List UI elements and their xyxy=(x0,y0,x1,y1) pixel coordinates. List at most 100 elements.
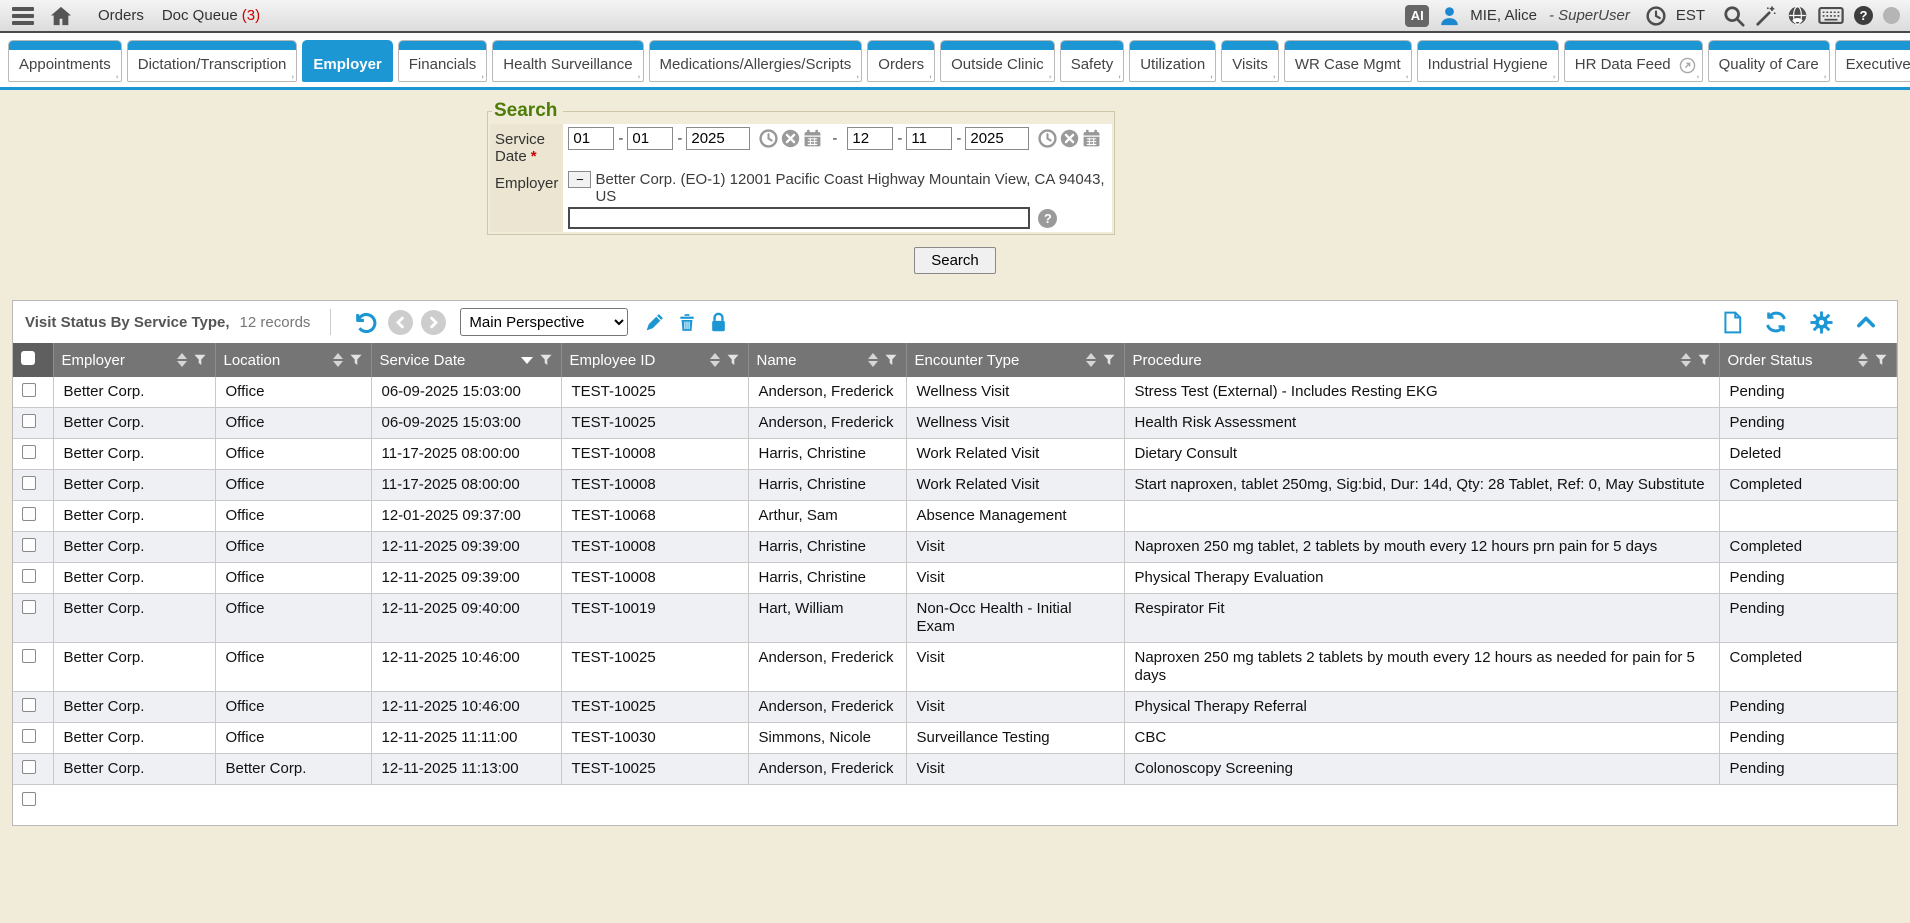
sort-icon[interactable] xyxy=(521,357,533,364)
menu-icon[interactable] xyxy=(10,4,36,28)
filter-funnel-icon[interactable] xyxy=(193,353,207,367)
from-year-input[interactable] xyxy=(686,127,750,150)
tab-employer[interactable]: Employer xyxy=(302,40,392,82)
undo-icon[interactable] xyxy=(351,308,380,337)
select-all-checkbox[interactable] xyxy=(21,351,35,365)
table-row[interactable]: Better Corp.Office11-17-2025 08:00:00TES… xyxy=(13,439,1897,470)
tab-hr-data-feed[interactable]: HR Data Feed xyxy=(1564,40,1703,82)
row-checkbox[interactable] xyxy=(22,507,36,521)
home-icon[interactable] xyxy=(50,5,72,27)
table-row[interactable]: Better Corp.Office12-11-2025 09:39:00TES… xyxy=(13,532,1897,563)
tab-quality-of-care[interactable]: Quality of Care xyxy=(1708,40,1830,82)
table-row[interactable]: Better Corp.Office12-11-2025 11:11:00TES… xyxy=(13,723,1897,754)
tab-executive-dashboard[interactable]: Executive Dashboard xyxy=(1835,40,1910,82)
next-icon[interactable] xyxy=(421,310,446,335)
filter-funnel-icon[interactable] xyxy=(539,353,553,367)
column-header-order_status[interactable]: Order Status xyxy=(1719,343,1897,377)
search-icon[interactable] xyxy=(1723,5,1745,27)
search-button[interactable]: Search xyxy=(914,247,996,274)
row-checkbox[interactable] xyxy=(22,383,36,397)
column-header-service_date[interactable]: Service Date xyxy=(371,343,561,377)
table-row[interactable]: Better Corp.Better Corp.12-11-2025 11:13… xyxy=(13,754,1897,785)
settings-gear-icon[interactable] xyxy=(1808,309,1835,336)
filter-funnel-icon[interactable] xyxy=(1874,353,1888,367)
column-header-location[interactable]: Location xyxy=(215,343,371,377)
delete-perspective-icon[interactable] xyxy=(675,310,699,335)
to-month-input[interactable] xyxy=(847,127,893,150)
filter-funnel-icon[interactable] xyxy=(1697,353,1711,367)
breadcrumb-orders[interactable]: Orders xyxy=(98,7,144,24)
to-clear-icon[interactable] xyxy=(1060,129,1079,148)
from-calendar-icon[interactable] xyxy=(803,129,822,148)
sort-icon[interactable] xyxy=(710,353,720,367)
refresh-icon[interactable] xyxy=(1762,308,1790,336)
table-row[interactable]: Better Corp.Office12-01-2025 09:37:00TES… xyxy=(13,501,1897,532)
tab-financials[interactable]: Financials xyxy=(398,40,488,82)
to-calendar-icon[interactable] xyxy=(1082,129,1101,148)
previous-icon[interactable] xyxy=(388,310,413,335)
tab-safety[interactable]: Safety xyxy=(1060,40,1125,82)
perspective-select[interactable]: Main Perspective xyxy=(460,308,628,336)
keyboard-icon[interactable] xyxy=(1818,6,1844,25)
column-header-procedure[interactable]: Procedure xyxy=(1124,343,1719,377)
tab-health-surveillance[interactable]: Health Surveillance xyxy=(492,40,643,82)
sort-icon[interactable] xyxy=(1681,353,1691,367)
row-checkbox[interactable] xyxy=(22,649,36,663)
column-header-name[interactable]: Name xyxy=(748,343,906,377)
lock-icon[interactable] xyxy=(707,310,730,335)
tab-dictation-transcription[interactable]: Dictation/Transcription xyxy=(127,40,298,82)
sort-icon[interactable] xyxy=(868,353,878,367)
collapse-icon[interactable] xyxy=(1853,311,1879,333)
table-row[interactable]: Better Corp.Office12-11-2025 09:39:00TES… xyxy=(13,563,1897,594)
row-checkbox[interactable] xyxy=(22,538,36,552)
table-row[interactable]: Better Corp.Office06-09-2025 15:03:00TES… xyxy=(13,408,1897,439)
table-row[interactable]: Better Corp.Office12-11-2025 10:46:00TES… xyxy=(13,643,1897,692)
wand-icon[interactable] xyxy=(1755,5,1777,27)
row-checkbox[interactable] xyxy=(22,760,36,774)
from-time-icon[interactable] xyxy=(759,129,778,148)
select-all-header[interactable] xyxy=(13,343,53,377)
ai-badge[interactable]: AI xyxy=(1405,5,1429,27)
table-row[interactable]: Better Corp.Office11-17-2025 08:00:00TES… xyxy=(13,470,1897,501)
row-checkbox[interactable] xyxy=(22,476,36,490)
column-header-employer[interactable]: Employer xyxy=(53,343,215,377)
tab-medications-allergies-scripts[interactable]: Medications/Allergies/Scripts xyxy=(649,40,863,82)
to-year-input[interactable] xyxy=(965,127,1029,150)
from-clear-icon[interactable] xyxy=(781,129,800,148)
table-row[interactable]: Better Corp.Office06-09-2025 15:03:00TES… xyxy=(13,377,1897,408)
to-time-icon[interactable] xyxy=(1038,129,1057,148)
to-day-input[interactable] xyxy=(906,127,952,150)
from-day-input[interactable] xyxy=(627,127,673,150)
edit-perspective-icon[interactable] xyxy=(642,310,667,335)
row-checkbox[interactable] xyxy=(22,729,36,743)
sort-icon[interactable] xyxy=(177,353,187,367)
sort-icon[interactable] xyxy=(333,353,343,367)
table-row[interactable]: Better Corp.Office12-11-2025 10:46:00TES… xyxy=(13,692,1897,723)
filter-funnel-icon[interactable] xyxy=(1102,353,1116,367)
tab-visits[interactable]: Visits xyxy=(1221,40,1279,82)
row-checkbox[interactable] xyxy=(22,445,36,459)
user-icon[interactable] xyxy=(1439,5,1460,26)
tab-wr-case-mgmt[interactable]: WR Case Mgmt xyxy=(1284,40,1412,82)
filter-funnel-icon[interactable] xyxy=(726,353,740,367)
sort-icon[interactable] xyxy=(1858,353,1868,367)
tab-outside-clinic[interactable]: Outside Clinic xyxy=(940,40,1055,82)
table-row[interactable]: Better Corp.Office12-11-2025 09:40:00TES… xyxy=(13,594,1897,643)
filter-funnel-icon[interactable] xyxy=(884,353,898,367)
employer-help-icon[interactable]: ? xyxy=(1038,209,1057,228)
tab-industrial-hygiene[interactable]: Industrial Hygiene xyxy=(1417,40,1559,82)
help-icon[interactable]: ? xyxy=(1854,6,1873,25)
row-checkbox[interactable] xyxy=(22,569,36,583)
column-header-encounter_type[interactable]: Encounter Type xyxy=(906,343,1124,377)
filter-funnel-icon[interactable] xyxy=(349,353,363,367)
tab-utilization[interactable]: Utilization xyxy=(1129,40,1216,82)
phone-globe-icon[interactable] xyxy=(1787,5,1808,26)
breadcrumb-doc-queue[interactable]: Doc Queue(3) xyxy=(162,7,260,24)
sort-icon[interactable] xyxy=(1086,353,1096,367)
row-checkbox[interactable] xyxy=(22,600,36,614)
from-month-input[interactable] xyxy=(568,127,614,150)
footer-checkbox[interactable] xyxy=(22,792,36,806)
row-checkbox[interactable] xyxy=(22,698,36,712)
tab-appointments[interactable]: Appointments xyxy=(8,40,122,82)
row-checkbox[interactable] xyxy=(22,414,36,428)
